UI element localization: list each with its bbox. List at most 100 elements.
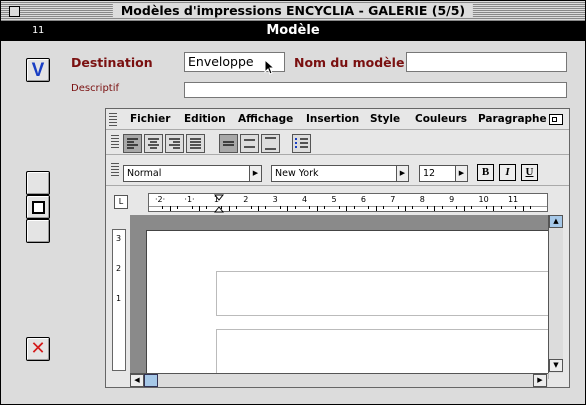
ruler-tick: [250, 206, 252, 209]
ruler-tick: [309, 206, 311, 209]
align-justify-icon: [190, 138, 201, 149]
font-dropdown[interactable]: New York ▶: [271, 165, 409, 182]
descriptif-label: Descriptif: [71, 83, 120, 94]
cancel-button[interactable]: ✕: [26, 337, 50, 361]
nom-modele-field[interactable]: [406, 52, 567, 72]
ruler-tick: [191, 206, 193, 209]
vertical-ruler-mark: 2: [116, 264, 122, 273]
ruler-tick: [530, 206, 531, 209]
horizontal-scrollbar[interactable]: ◀ ▶: [130, 373, 548, 387]
first-line-indent-marker-icon[interactable]: [214, 194, 224, 213]
ruler-tick: [463, 206, 465, 211]
align-center-button[interactable]: [144, 134, 163, 153]
align-justify-button[interactable]: [186, 134, 205, 153]
toolbar-grip-handle[interactable]: [111, 135, 119, 150]
cross-icon: ✕: [30, 338, 46, 359]
align-left-button[interactable]: [123, 134, 142, 153]
size-dropdown[interactable]: 12 ▶: [419, 165, 468, 182]
vertical-scrollbar[interactable]: ▲ ▼: [548, 215, 563, 373]
record-title: Modèle: [266, 23, 320, 38]
ruler-tick: [265, 206, 267, 209]
align-right-button[interactable]: [165, 134, 184, 153]
horizontal-ruler[interactable]: ·2· ·1· 1 2 3 4 5 6 7 8 9 10 11: [148, 193, 548, 213]
horizontal-scroll-thumb[interactable]: [144, 374, 158, 387]
vertical-ruler-mark: 3: [116, 234, 122, 243]
double-spacing-icon: [265, 137, 276, 150]
descriptif-field[interactable]: [184, 82, 567, 98]
ruler-tick: [199, 206, 201, 211]
ruler-tick: [316, 206, 318, 211]
line-spacing-single-button[interactable]: [219, 134, 238, 153]
italic-button[interactable]: I: [499, 164, 516, 181]
close-box[interactable]: [9, 6, 20, 17]
record-number: 11: [32, 25, 45, 36]
single-spacing-icon: [223, 141, 234, 146]
menu-fichier[interactable]: Fichier: [130, 113, 170, 125]
ruler-tick: [353, 206, 355, 209]
menu-couleurs[interactable]: Couleurs: [415, 113, 467, 125]
ruler-tick: [485, 206, 487, 209]
ruler-tick: [522, 206, 524, 211]
record-header: 11 Modèle: [1, 22, 585, 41]
ruler-tick: [405, 206, 406, 211]
ruler-mark: 5: [331, 195, 337, 204]
menu-edition[interactable]: Edition: [184, 113, 226, 125]
title-bar[interactable]: Modèles d'impressions ENCYCLIA - GALERIE…: [1, 1, 585, 22]
menu-style[interactable]: Style: [370, 113, 400, 125]
text-editor: Fichier Edition Affichage Insertion Styl…: [105, 108, 570, 388]
ruler-tick: [338, 206, 340, 209]
ruler-tick: [441, 206, 443, 209]
bullet-list-icon: [295, 138, 308, 148]
square-icon: [31, 200, 45, 214]
destination-label: Destination: [71, 55, 153, 70]
recipient-frame[interactable]: [216, 329, 549, 379]
line-spacing-half-button[interactable]: [240, 134, 259, 153]
ruler-tick: [177, 206, 179, 209]
style-dropdown[interactable]: Normal ▶: [123, 165, 262, 182]
document-page[interactable]: [146, 230, 549, 379]
menu-grip-handle[interactable]: [109, 113, 117, 126]
menu-affichage[interactable]: Affichage: [238, 113, 293, 125]
ruler-tick: [346, 206, 348, 211]
align-center-icon: [148, 138, 159, 149]
scroll-down-arrow-icon[interactable]: ▼: [549, 359, 563, 372]
document-area[interactable]: [130, 215, 549, 379]
align-left-icon: [127, 138, 138, 149]
ruler-mark: 10: [478, 195, 489, 204]
tab-type-selector[interactable]: L: [114, 195, 128, 209]
ruler-mark: 8: [419, 195, 425, 204]
ruler-mark: 11: [507, 195, 519, 204]
ruler-tick: [427, 206, 429, 209]
ruler-tick: [493, 206, 495, 211]
next-record-button[interactable]: [26, 219, 50, 243]
record-navigator: [26, 171, 51, 243]
menu-paragraphe[interactable]: Paragraphe: [478, 113, 547, 125]
menu-insertion[interactable]: Insertion: [306, 113, 359, 125]
bold-button[interactable]: B: [477, 164, 494, 181]
ruler-mark: 7: [390, 195, 396, 204]
address-frame[interactable]: [216, 271, 549, 316]
underline-button[interactable]: U: [521, 164, 538, 181]
line-spacing-double-button[interactable]: [261, 134, 280, 153]
ruler-mark: 2: [243, 195, 249, 204]
size-dropdown-arrow-icon: ▶: [455, 166, 467, 181]
ruler-tick: [162, 206, 164, 209]
editor-menu-bar: Fichier Edition Affichage Insertion Styl…: [106, 109, 569, 130]
ruler-tick: [500, 206, 502, 209]
scroll-right-arrow-icon[interactable]: ▶: [533, 374, 547, 387]
ruler-tick: [169, 206, 171, 211]
vertical-ruler[interactable]: 3 2 1: [112, 229, 126, 371]
current-record-button[interactable]: [26, 195, 50, 219]
window-title: Modèles d'impressions ENCYCLIA - GALERIE…: [112, 3, 474, 18]
ruler-tick: [382, 206, 384, 209]
more-menu-icon[interactable]: [549, 114, 563, 125]
bullet-list-button[interactable]: [292, 134, 311, 153]
previous-record-button[interactable]: [26, 171, 50, 195]
font-value: New York: [275, 168, 319, 179]
format-grip-handle[interactable]: [111, 163, 119, 178]
ruler-tick: [412, 206, 414, 209]
ruler-mark: 6: [360, 195, 366, 204]
validate-button[interactable]: V: [26, 58, 50, 82]
scroll-left-arrow-icon[interactable]: ◀: [130, 374, 144, 387]
scroll-up-thumb[interactable]: ▲: [549, 215, 563, 228]
